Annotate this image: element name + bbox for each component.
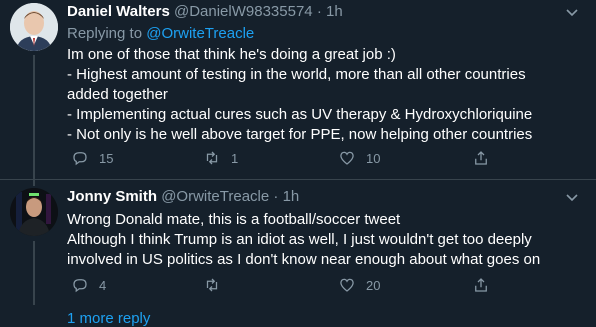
share-button[interactable] [472,149,490,167]
reply-count: 15 [99,150,114,166]
thread-line [33,241,35,305]
tweet-text: Im one of those that think he's doing a … [67,45,587,145]
avatar[interactable] [10,3,58,51]
avatar[interactable] [10,188,58,236]
share-icon [475,151,487,165]
retweet-count: 1 [231,150,239,166]
retweet-icon [206,278,218,292]
display-name[interactable]: Jonny Smith [67,188,157,205]
timestamp[interactable]: 1h [326,3,343,20]
tweet-actions: 15 1 10 [67,149,507,171]
chevron-down-icon[interactable] [564,189,580,210]
tweet-text: Wrong Donald mate, this is a football/so… [67,210,587,270]
retweet-button[interactable] [203,276,231,294]
tweet-header: Daniel Walters @DanielW98335574 · 1h [67,3,343,20]
tweet-line: - Not only is he well above target for P… [67,126,533,143]
tweet-line: - Implementing actual cures such as UV t… [67,106,533,123]
tweet-line: - Highest amount of testing in the world… [67,66,526,83]
tweet-header: Jonny Smith @OrwiteTreacle · 1h [67,188,299,205]
like-count: 10 [366,150,381,166]
reply-icon [73,152,87,166]
tweet-jonny-smith[interactable]: Jonny Smith @OrwiteTreacle · 1h Wrong Do… [0,180,596,305]
like-button[interactable]: 10 [338,149,380,167]
like-count: 20 [366,277,381,293]
reply-icon [73,279,87,293]
tweet-line: Im one of those that think he's doing a … [67,46,396,63]
timestamp[interactable]: 1h [283,188,300,205]
tweet-line: Although I think Trump is an idiot as we… [67,231,532,248]
reply-count: 4 [99,277,107,293]
heart-icon [340,278,354,292]
reply-button[interactable]: 15 [71,149,113,167]
replying-to-label: Replying to [67,25,143,42]
display-name[interactable]: Daniel Walters [67,3,170,20]
more-replies-link[interactable]: 1 more reply [67,310,150,327]
user-handle[interactable]: @OrwiteTreacle [161,188,269,205]
tweet-line: added together [67,86,168,103]
user-handle[interactable]: @DanielW98335574 [174,3,313,20]
tweet-actions: 4 20 [67,276,507,298]
replying-to: Replying to @OrwiteTreacle [67,25,254,42]
thread-line [33,180,35,186]
share-button[interactable] [472,276,490,294]
share-icon [475,278,487,292]
retweet-icon [206,151,218,165]
chevron-down-icon[interactable] [564,4,580,25]
tweet-line: Wrong Donald mate, this is a football/so… [67,211,401,228]
reply-button[interactable]: 4 [71,276,106,294]
heart-icon [340,151,354,165]
separator-dot: · [273,188,279,205]
tweet-daniel-walters[interactable]: Daniel Walters @DanielW98335574 · 1h Rep… [0,0,596,180]
replying-to-handle[interactable]: @OrwiteTreacle [146,25,254,42]
tweet-line: involved in US politics as I don't know … [67,251,541,268]
thread-line [33,55,35,180]
retweet-button[interactable]: 1 [203,149,238,167]
separator-dot: · [316,3,322,20]
like-button[interactable]: 20 [338,276,380,294]
